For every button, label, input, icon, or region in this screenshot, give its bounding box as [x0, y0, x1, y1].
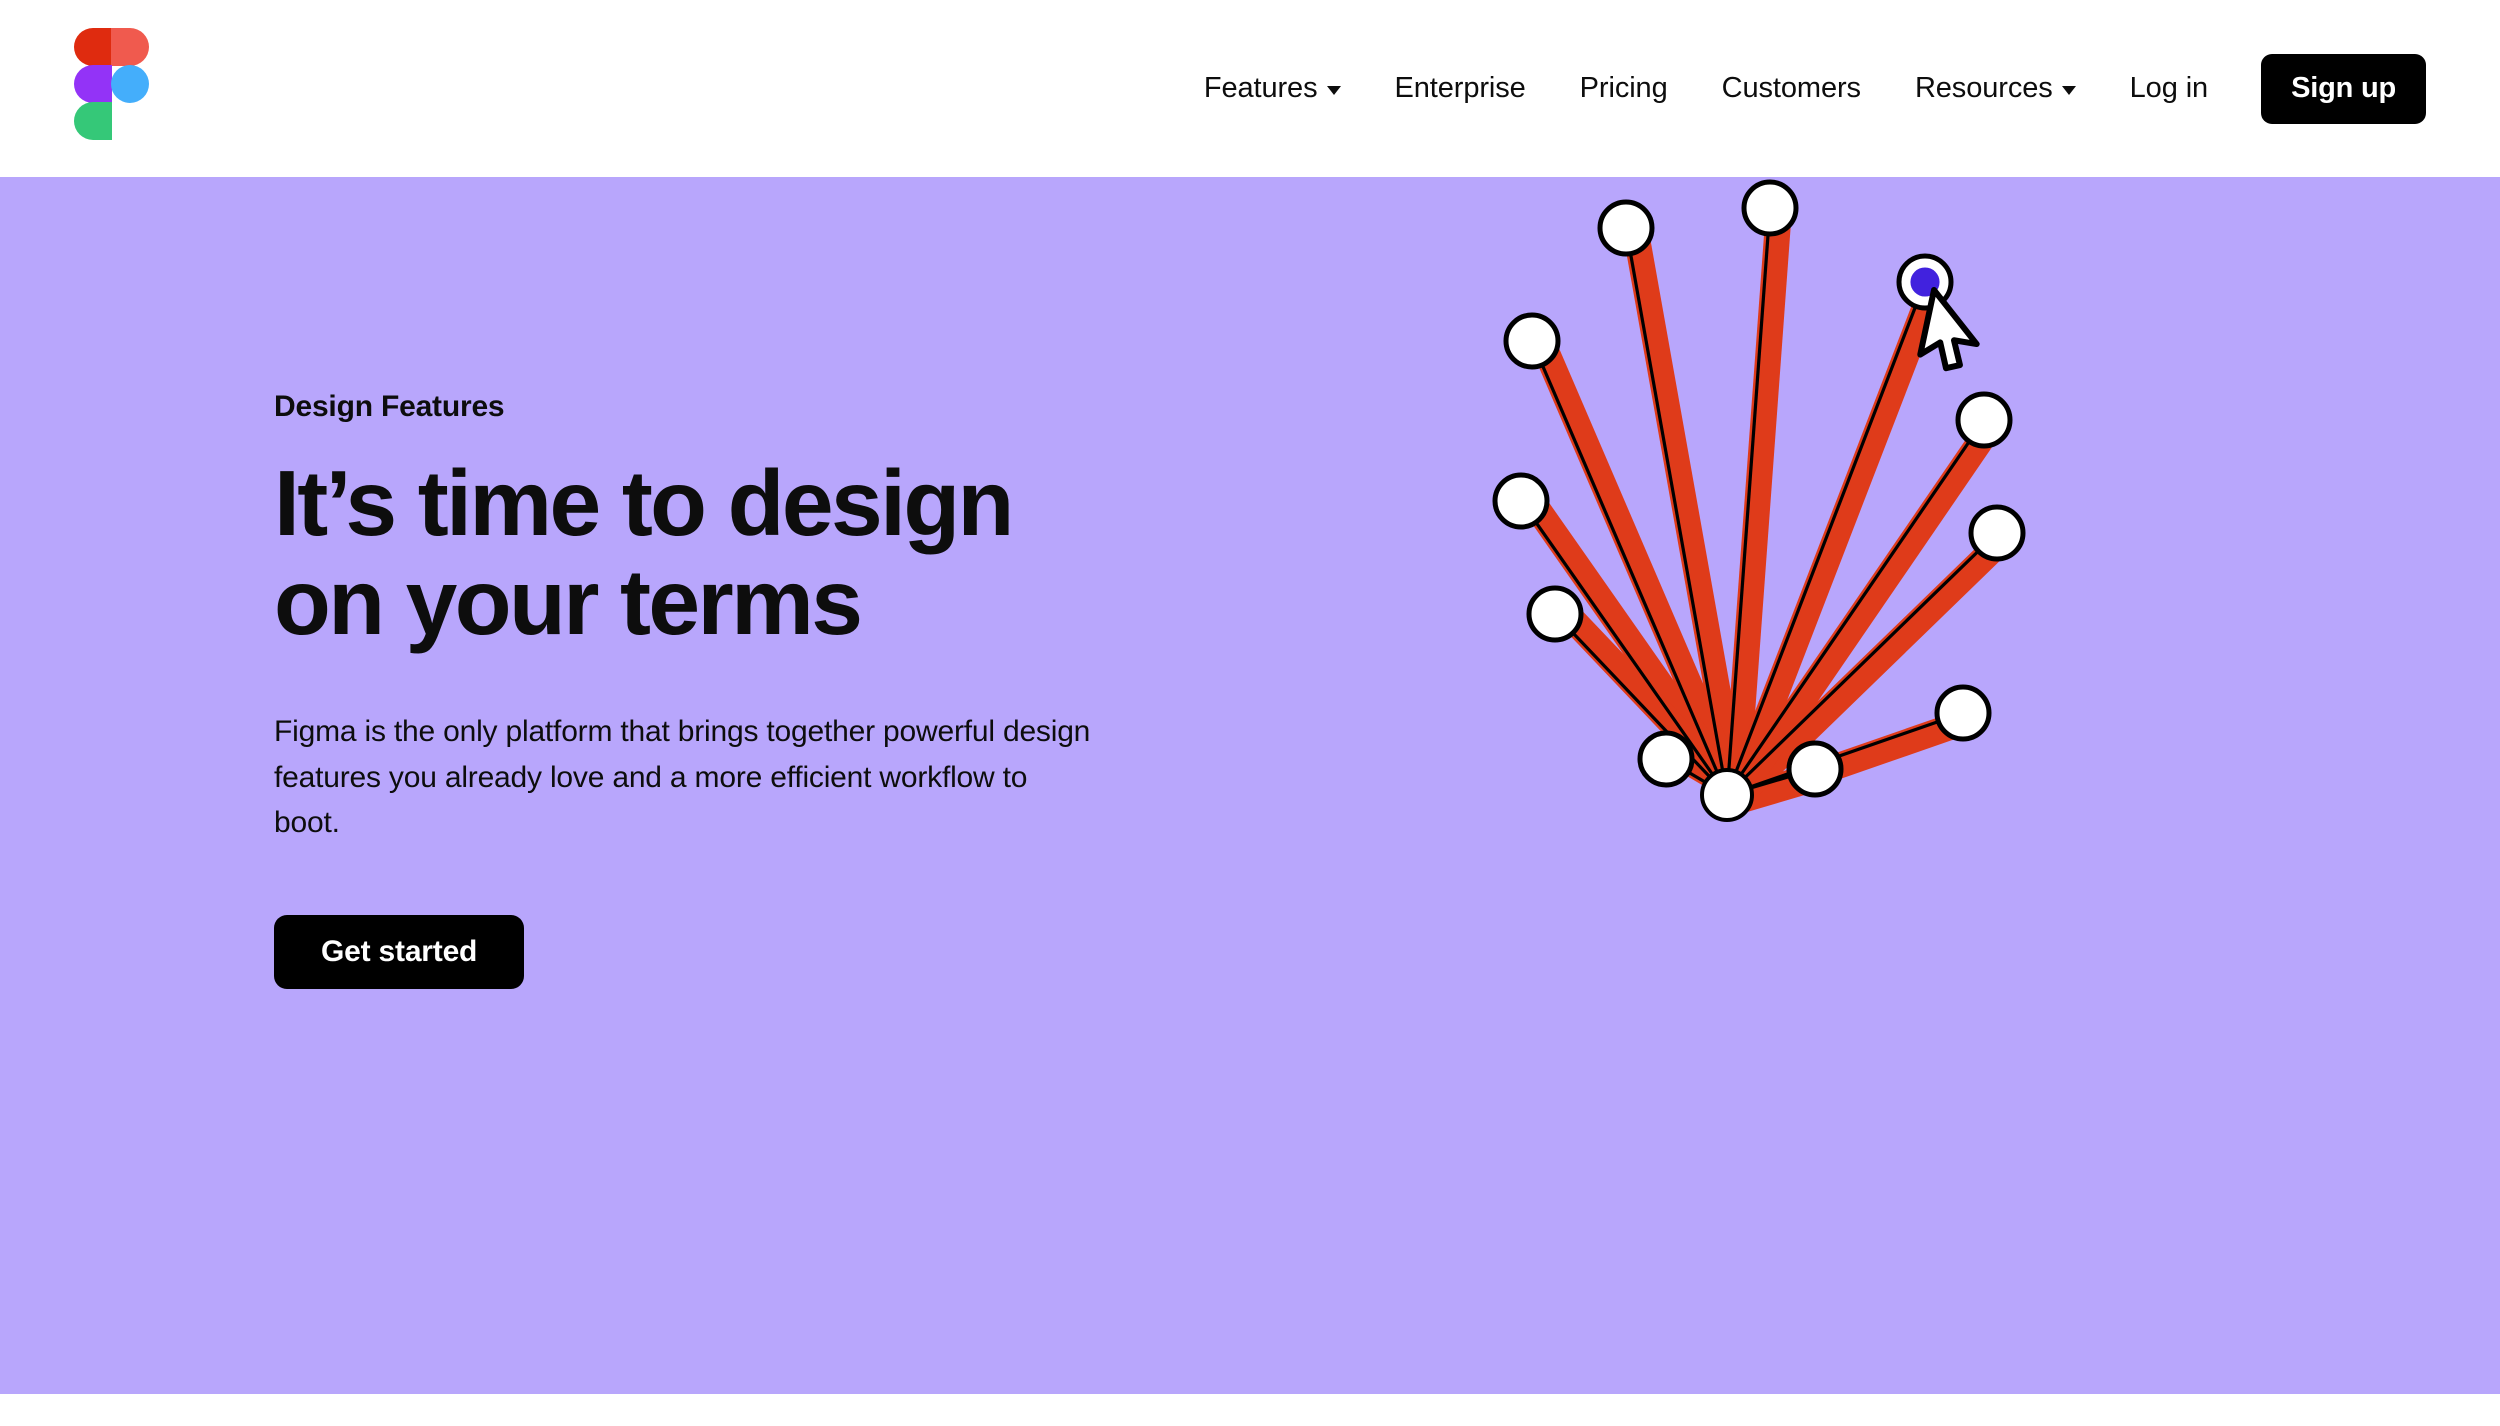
nav-item-label: Features: [1203, 72, 1318, 104]
nav-item-label: Resources: [1914, 72, 2053, 104]
nav-item-label: Customers: [1721, 72, 1861, 104]
site-header: Features Enterprise Pricing Customers Re…: [0, 0, 2500, 177]
logo-shape-top-right: [111, 28, 149, 66]
logo-shape-middle-right: [111, 65, 149, 103]
endpoint-node-9[interactable]: [1968, 504, 2026, 562]
hero-subcopy: Figma is the only platform that brings t…: [274, 715, 1091, 840]
mouse-cursor: [1917, 287, 1980, 372]
nav-item-label: Pricing: [1579, 72, 1668, 104]
endpoint-node-7[interactable]: [1786, 740, 1844, 798]
nav-item-label: Enterprise: [1394, 72, 1526, 104]
hero-copy-block: Design Features It’s time to design on y…: [274, 390, 1174, 989]
logo-shape-middle-left: [74, 65, 112, 103]
endpoint-node-4[interactable]: [1492, 472, 1550, 530]
cursor-layer: [1917, 287, 1980, 372]
nav-item-pricing[interactable]: Pricing: [1553, 60, 1695, 117]
nav-item-enterprise[interactable]: Enterprise: [1368, 60, 1553, 117]
nav-item-login[interactable]: Log in: [2103, 60, 2235, 117]
hero-illustration: [1270, 177, 2270, 1394]
logo-shape-bottom-left: [74, 102, 112, 140]
logo-shape-top-left: [74, 28, 112, 66]
chevron-down-icon: [2061, 86, 2076, 95]
endpoint-node-8[interactable]: [1934, 684, 1992, 742]
chevron-down-icon: [1326, 86, 1341, 95]
hero-section: Design Features It’s time to design on y…: [0, 177, 2500, 1394]
nav-item-label: Log in: [2129, 72, 2209, 104]
endpoint-node-2[interactable]: [1597, 199, 1655, 257]
page-root: Features Enterprise Pricing Customers Re…: [0, 0, 2500, 1426]
radial-node-burst-svg: [1492, 179, 2026, 822]
page-title: It’s time to design on your terms: [274, 451, 1014, 654]
hero-eyebrow: Design Features: [274, 390, 505, 423]
figma-logo[interactable]: [74, 28, 149, 140]
endpoint-node-10[interactable]: [1955, 391, 2013, 449]
endpoint-node-6[interactable]: [1637, 730, 1695, 788]
endpoint-node-1[interactable]: [1741, 179, 1799, 237]
endpoint-node-5[interactable]: [1526, 585, 1584, 643]
nav-item-resources[interactable]: Resources: [1888, 60, 2103, 117]
signup-button[interactable]: Sign up: [2261, 53, 2426, 124]
center-hub-node[interactable]: [1700, 768, 1754, 822]
endpoint-node-3[interactable]: [1503, 312, 1561, 370]
cursor-arrow-icon: [1917, 287, 1980, 372]
nav-item-customers[interactable]: Customers: [1695, 60, 1888, 117]
get-started-button[interactable]: Get started: [274, 914, 525, 989]
primary-navigation: Features Enterprise Pricing Customers Re…: [1177, 0, 2426, 177]
nav-item-features[interactable]: Features: [1177, 60, 1368, 117]
